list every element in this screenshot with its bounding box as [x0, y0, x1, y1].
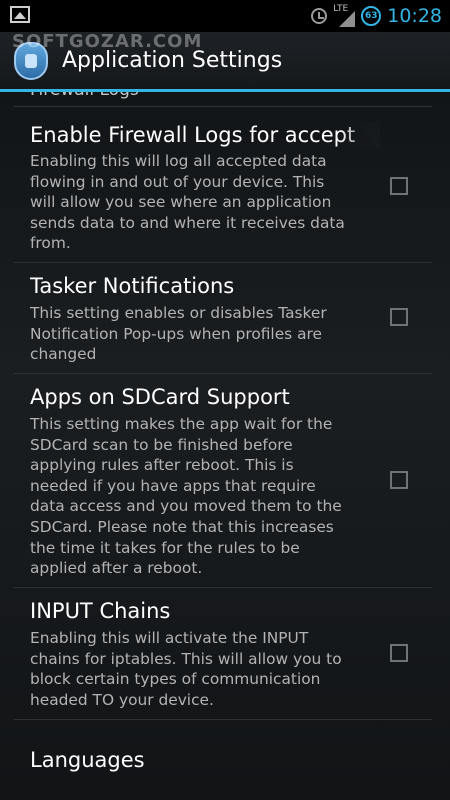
checkbox-enable-firewall-logs[interactable] — [390, 177, 408, 195]
pref-input-chains[interactable]: INPUT Chains Enabling this will activate… — [14, 588, 432, 720]
gallery-notification-icon — [10, 6, 30, 23]
alarm-icon — [311, 8, 328, 24]
status-bar: LTE 63 10:28 — [0, 0, 450, 32]
pref-apps-on-sdcard[interactable]: Apps on SDCard Support This setting make… — [14, 374, 432, 588]
clock: 10:28 — [387, 5, 442, 27]
pref-languages[interactable]: Languages — [14, 720, 432, 800]
page-title: Application Settings — [62, 48, 283, 73]
checkbox-apps-on-sdcard[interactable] — [390, 471, 408, 489]
pref-title: Enable Firewall Logs for accept — [30, 123, 355, 147]
pref-tasker-notifications[interactable]: Tasker Notifications This setting enable… — [14, 263, 432, 374]
checkbox-input-chains[interactable] — [390, 644, 408, 662]
settings-list[interactable]: Firewall Logs Enable Firewall Logs for a… — [0, 92, 450, 800]
pref-summary: Enabling this will activate the INPUT ch… — [30, 629, 342, 709]
action-bar: SOFTGOZAR.COM Application Settings — [0, 31, 450, 92]
category-header-firewall-logs: Firewall Logs — [30, 92, 139, 100]
pref-title: Tasker Notifications — [30, 274, 235, 298]
pref-title: Apps on SDCard Support — [30, 385, 290, 409]
pref-title: Languages — [30, 748, 145, 772]
signal-icon: LTE — [333, 4, 356, 27]
pref-summary: This setting makes the app wait for the … — [30, 415, 342, 578]
pref-title: INPUT Chains — [30, 599, 171, 623]
pref-summary: This setting enables or disables Tasker … — [30, 304, 327, 364]
status-icons: LTE 63 10:28 — [311, 0, 442, 32]
battery-icon: 63 — [361, 6, 382, 26]
checkbox-tasker-notifications[interactable] — [390, 308, 408, 326]
pref-summary: Enabling this will log all accepted data… — [30, 152, 345, 253]
pref-enable-firewall-logs[interactable]: Enable Firewall Logs for accept Enabling… — [14, 107, 432, 263]
